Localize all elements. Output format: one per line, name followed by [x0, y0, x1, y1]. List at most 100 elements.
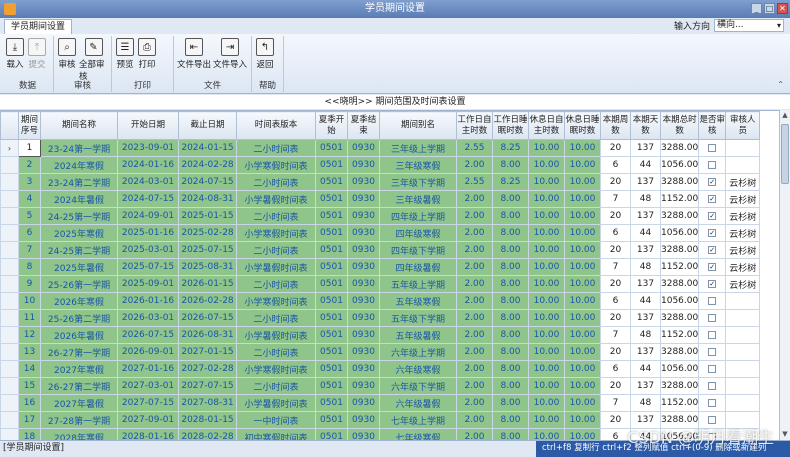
column-header[interactable]: 期间名称: [40, 111, 118, 140]
table-cell[interactable]: 8.00: [492, 207, 529, 225]
table-cell[interactable]: 三年级暑假: [379, 190, 457, 208]
table-cell[interactable]: 20: [600, 343, 631, 361]
table-cell[interactable]: [725, 360, 761, 378]
ribbon-collapse-icon[interactable]: ⌃: [777, 80, 784, 89]
table-cell[interactable]: 0501: [315, 309, 348, 327]
table-cell[interactable]: 23-24第一学期: [40, 139, 118, 157]
table-cell[interactable]: 0501: [315, 428, 348, 440]
table-cell[interactable]: 10.00: [528, 377, 565, 395]
table-cell[interactable]: 0501: [315, 139, 348, 157]
table-cell[interactable]: 8.00: [492, 224, 529, 242]
table-cell[interactable]: 10.00: [564, 207, 601, 225]
ribbon-button[interactable]: ↰ 返回: [255, 38, 275, 70]
row-indicator[interactable]: [0, 224, 19, 242]
maximize-button[interactable]: □: [764, 3, 775, 14]
table-cell[interactable]: 6: [600, 292, 631, 310]
table-cell[interactable]: 8.00: [492, 360, 529, 378]
column-header[interactable]: 本期天 数: [630, 111, 661, 140]
table-row[interactable]: 8 2025年暑假 2025-07-15 2025-08-31 小学暑假时间表 0501 0…: [0, 258, 761, 276]
table-row[interactable]: 10 2026年寒假 2026-01-16 2026-02-28 小学寒假时间表 0501…: [0, 292, 761, 310]
table-cell[interactable]: 20: [600, 309, 631, 327]
table-cell[interactable]: 2.00: [456, 377, 493, 395]
table-cell[interactable]: 3288.00: [659, 139, 700, 157]
audit-checkbox-cell[interactable]: ✓: [698, 207, 727, 225]
table-cell[interactable]: 10.00: [528, 224, 565, 242]
table-cell[interactable]: 云杉树: [725, 258, 761, 276]
table-cell[interactable]: 10: [18, 292, 41, 310]
table-cell[interactable]: 0930: [347, 224, 380, 242]
table-cell[interactable]: 44: [630, 292, 661, 310]
table-cell[interactable]: 四年级暑假: [379, 258, 457, 276]
table-cell[interactable]: 0501: [315, 241, 348, 259]
table-cell[interactable]: 8.00: [492, 343, 529, 361]
minimize-button[interactable]: _: [751, 3, 762, 14]
column-header[interactable]: 期间别名: [379, 111, 457, 140]
table-cell[interactable]: 0501: [315, 207, 348, 225]
table-cell[interactable]: 2026-08-31: [178, 326, 237, 344]
row-indicator[interactable]: [0, 343, 19, 361]
table-cell[interactable]: 0930: [347, 428, 380, 440]
row-indicator[interactable]: [0, 309, 19, 327]
table-cell[interactable]: 10.00: [564, 258, 601, 276]
table-cell[interactable]: 3288.00: [659, 275, 700, 293]
table-cell[interactable]: 6: [18, 224, 41, 242]
table-cell[interactable]: 10.00: [528, 173, 565, 191]
table-cell[interactable]: 2.00: [456, 292, 493, 310]
table-cell[interactable]: 2024-09-01: [117, 207, 179, 225]
table-cell[interactable]: 8: [18, 258, 41, 276]
table-cell[interactable]: 0930: [347, 326, 380, 344]
ribbon-button[interactable]: ⌕ 审核: [57, 38, 77, 82]
table-cell[interactable]: 10.00: [564, 156, 601, 174]
table-cell[interactable]: 2.00: [456, 411, 493, 429]
table-cell[interactable]: 七年级寒假: [379, 428, 457, 440]
table-cell[interactable]: 二小时间表: [236, 207, 316, 225]
table-cell[interactable]: 二小时间表: [236, 173, 316, 191]
table-cell[interactable]: 3288.00: [659, 207, 700, 225]
table-cell[interactable]: 2024-07-15: [178, 173, 237, 191]
table-cell[interactable]: 云杉树: [725, 173, 761, 191]
column-header[interactable]: 时间表版本: [236, 111, 316, 140]
table-cell[interactable]: 7: [600, 394, 631, 412]
audit-checkbox-cell[interactable]: [698, 309, 727, 327]
table-cell[interactable]: 六年级暑假: [379, 394, 457, 412]
table-cell[interactable]: 2025年暑假: [40, 258, 118, 276]
table-cell[interactable]: 小学寒假时间表: [236, 360, 316, 378]
table-cell[interactable]: 0930: [347, 207, 380, 225]
table-cell[interactable]: 1056.00: [659, 360, 700, 378]
table-cell[interactable]: 云杉树: [725, 241, 761, 259]
table-row[interactable]: 7 24-25第二学期 2025-03-01 2025-07-15 二小时间表 0501 0…: [0, 241, 761, 259]
table-cell[interactable]: 云杉树: [725, 224, 761, 242]
table-cell[interactable]: 云杉树: [725, 190, 761, 208]
row-indicator[interactable]: [0, 360, 19, 378]
table-cell[interactable]: 10.00: [564, 190, 601, 208]
table-cell[interactable]: 6: [600, 360, 631, 378]
audit-checkbox-cell[interactable]: [698, 343, 727, 361]
table-cell[interactable]: 四年级寒假: [379, 224, 457, 242]
table-cell[interactable]: 10.00: [564, 139, 601, 157]
table-cell[interactable]: 1152.00: [659, 326, 700, 344]
table-cell[interactable]: 26-27第一学期: [40, 343, 118, 361]
table-cell[interactable]: 0930: [347, 258, 380, 276]
table-cell[interactable]: 48: [630, 394, 661, 412]
table-cell[interactable]: 8.00: [492, 309, 529, 327]
table-cell[interactable]: 44: [630, 224, 661, 242]
table-cell[interactable]: 2026-03-01: [117, 309, 179, 327]
table-cell[interactable]: 2027年暑假: [40, 394, 118, 412]
table-cell[interactable]: 小学寒假时间表: [236, 292, 316, 310]
table-cell[interactable]: 10.00: [528, 190, 565, 208]
audit-checkbox[interactable]: [708, 381, 717, 390]
table-cell[interactable]: 6: [600, 224, 631, 242]
table-cell[interactable]: [725, 309, 761, 327]
table-cell[interactable]: [725, 292, 761, 310]
column-header[interactable]: 休息日睡 眠时数: [564, 111, 601, 140]
table-cell[interactable]: 2.00: [456, 309, 493, 327]
ribbon-button[interactable]: ⎙ 打印: [137, 38, 157, 70]
table-cell[interactable]: 10.00: [564, 224, 601, 242]
table-cell[interactable]: 8.00: [492, 411, 529, 429]
table-cell[interactable]: 2026-02-28: [178, 292, 237, 310]
table-cell[interactable]: 2.00: [456, 326, 493, 344]
table-cell[interactable]: 二小时间表: [236, 377, 316, 395]
table-cell[interactable]: 0930: [347, 394, 380, 412]
table-cell[interactable]: 0501: [315, 224, 348, 242]
table-row[interactable]: 9 25-26第一学期 2025-09-01 2026-01-15 二小时间表 0501 0…: [0, 275, 761, 293]
